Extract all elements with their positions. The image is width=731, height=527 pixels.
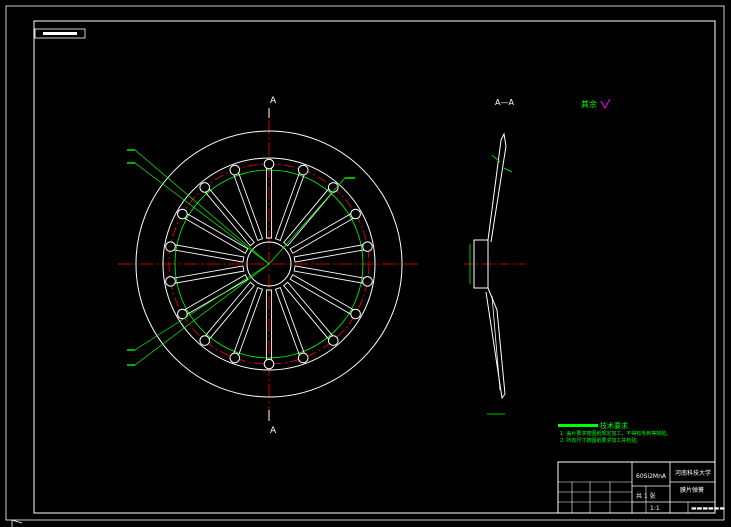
radial-slot	[204, 281, 255, 340]
slot-end-hole	[297, 164, 309, 176]
slot-end-hole	[199, 182, 211, 193]
section-dim-top-leader2	[503, 167, 513, 173]
radial-slot	[293, 265, 365, 284]
section-view-title: A—A	[495, 98, 514, 107]
slot-end-hole	[362, 276, 373, 287]
section-label-top: A	[270, 96, 277, 106]
roughness-symbol-icon	[600, 98, 611, 110]
radial-slot	[289, 213, 355, 254]
radial-slot	[233, 172, 264, 242]
radial-slot	[204, 188, 255, 247]
slot-end-hole	[165, 241, 176, 252]
tb-material: 60Si2MnA	[636, 473, 667, 480]
slot-end-hole	[177, 208, 188, 220]
slot-end-hole	[362, 241, 373, 252]
tb-sheet-info: 共 1 张	[636, 492, 656, 500]
drawing-canvas: A A A—A 其余 技术要求 1. 盖片要求按图纸规定加工，不得有毛刺等缺陷。…	[5, 5, 725, 527]
radial-slot	[293, 244, 365, 263]
tb-scale: 1:1	[650, 505, 660, 512]
slot-end-hole	[263, 358, 275, 370]
title-block: 60Si2MnA 河南科技大学 膜片弹簧 1:1 ▬▬▬▬▬▬ 共 1 张	[557, 461, 725, 514]
slot-end-hole	[229, 164, 241, 176]
front-view	[118, 108, 420, 421]
tech-req-heading: 技术要求	[600, 421, 628, 430]
dimension-leader	[268, 177, 346, 265]
slot-end-hole	[350, 208, 361, 220]
slot-end-hole	[199, 335, 211, 346]
slot-end-hole	[327, 335, 339, 346]
radial-slot	[233, 286, 264, 356]
tb-part-name: 膜片弹簧	[680, 486, 704, 494]
tb-drawing-no: ▬▬▬▬▬▬	[691, 505, 725, 512]
section-label-bottom: A	[270, 426, 277, 436]
radial-slot	[173, 244, 245, 263]
radial-slot	[283, 188, 334, 247]
slot-end-hole	[165, 276, 176, 287]
section-upper-arm	[487, 132, 507, 243]
slot-end-hole	[297, 352, 309, 364]
section-view	[464, 132, 525, 415]
radial-slot	[274, 286, 305, 356]
tech-req-heading-bar	[558, 424, 598, 427]
surface-finish-note: 其余	[581, 99, 597, 109]
tech-req-item-2: 2. 所有尺寸按图纸要求加工并检验。	[560, 437, 641, 444]
radial-slot	[183, 213, 249, 254]
dimension-leader	[134, 162, 270, 265]
dimension-leader	[134, 263, 270, 366]
slot-end-hole	[229, 352, 241, 364]
radial-slot	[183, 274, 249, 315]
title-tag-bar	[43, 32, 77, 35]
radial-slot	[274, 172, 305, 242]
tech-req-item-1: 1. 盖片要求按图纸规定加工，不得有毛刺等缺陷。	[560, 430, 671, 437]
section-lower-arm	[485, 287, 506, 400]
dimension-leader	[134, 149, 270, 265]
slot-end-hole	[263, 158, 275, 170]
radial-slot	[173, 265, 245, 284]
radial-slot	[283, 281, 334, 340]
slot-end-hole	[350, 308, 361, 320]
tb-school: 河南科技大学	[675, 469, 711, 477]
radial-slot	[289, 274, 355, 315]
ucs-icon	[11, 519, 23, 527]
